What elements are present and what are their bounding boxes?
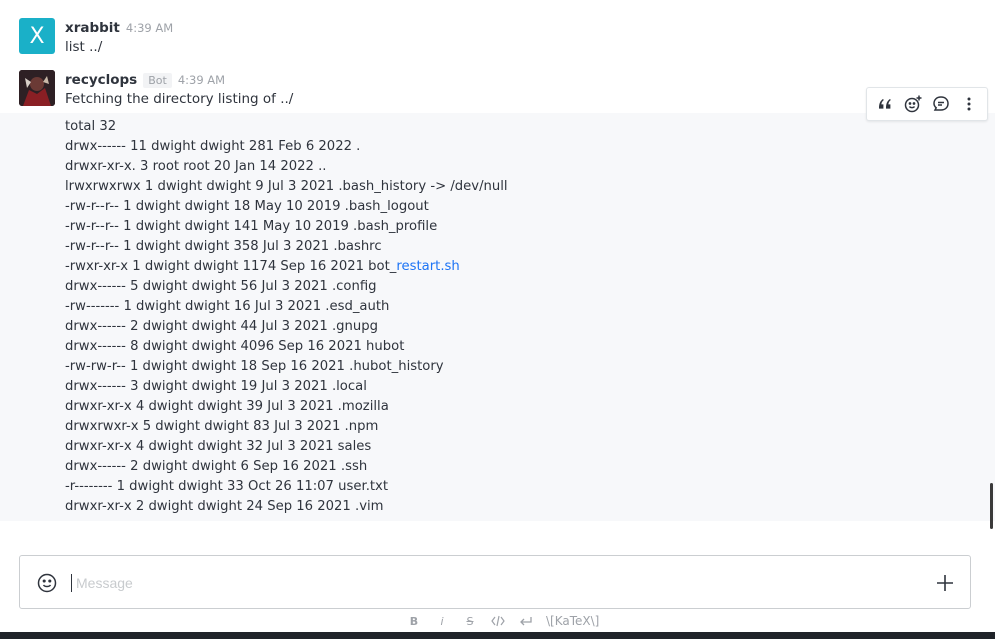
message-time: 4:39 AM: [125, 21, 174, 35]
listing-line: drwx------ 3 dwight dwight 19 Jul 3 2021…: [65, 379, 367, 394]
listing-line: drwx------ 11 dwight dwight 281 Feb 6 20…: [65, 139, 361, 154]
bot-badge: Bot: [143, 73, 172, 88]
message-time: 4:39 AM: [177, 73, 226, 87]
listing-line: -rw-r--r-- 1 dwight dwight 358 Jul 3 202…: [65, 239, 382, 254]
listing-line: -rw------- 1 dwight dwight 16 Jul 3 2021…: [65, 299, 390, 314]
listing-line: drwx------ 2 dwight dwight 44 Jul 3 2021…: [65, 319, 378, 334]
message-text: Fetching the directory listing of ../: [65, 91, 294, 107]
listing-line: -rwxr-xr-x 1 dwight dwight 1174 Sep 16 2…: [65, 257, 508, 277]
listing-line: lrwxrwxrwx 1 dwight dwight 9 Jul 3 2021 …: [65, 179, 508, 194]
add-reaction-icon[interactable]: [901, 92, 925, 116]
listing-line: drwxr-xr-x 2 dwight dwight 24 Sep 16 202…: [65, 499, 384, 514]
avatar[interactable]: [19, 70, 55, 106]
quote-icon[interactable]: [873, 92, 897, 116]
listing-line: drwxr-xr-x 4 dwight dwight 39 Jul 3 2021…: [65, 399, 389, 414]
clipped-previous-message: [0, 0, 995, 6]
emoji-picker-icon[interactable]: [36, 572, 58, 594]
avatar-letter: X: [29, 23, 45, 49]
multiline-enter-icon[interactable]: [512, 612, 540, 630]
listing-line: drwx------ 5 dwight dwight 56 Jul 3 2021…: [65, 279, 377, 294]
username[interactable]: xrabbit: [65, 20, 120, 36]
listing-line: drwx------ 8 dwight dwight 4096 Sep 16 2…: [65, 339, 405, 354]
listing-line: -rw-r--r-- 1 dwight dwight 141 May 10 20…: [65, 219, 438, 234]
listing-line: -rw-rw-r-- 1 dwight dwight 18 Sep 16 202…: [65, 359, 444, 374]
reply-in-thread-icon[interactable]: [929, 92, 953, 116]
strike-label: S: [466, 614, 474, 628]
italic-button[interactable]: i: [428, 612, 456, 630]
listing-text: -rwxr-xr-x 1 dwight dwight 1174 Sep 16 2…: [65, 259, 397, 274]
text-cursor: [71, 574, 72, 592]
restart-sh-link[interactable]: restart.sh: [396, 259, 459, 274]
message-composer: [19, 555, 971, 609]
directory-listing: total 32 drwx------ 11 dwight dwight 281…: [65, 117, 508, 517]
bold-button[interactable]: B: [400, 612, 428, 630]
katex-button[interactable]: \[KaTeX\]: [540, 614, 599, 628]
strikethrough-button[interactable]: S: [456, 612, 484, 630]
italic-label: i: [440, 614, 444, 628]
listing-line: -r-------- 1 dwight dwight 33 Oct 26 11:…: [65, 479, 389, 494]
formatting-toolbar: B i S \[KaTeX\]: [400, 612, 600, 630]
bottom-bar: [0, 632, 995, 639]
username[interactable]: recyclops: [65, 72, 137, 88]
avatar[interactable]: X: [19, 18, 55, 54]
listing-line: drwxrwxr-x 5 dwight dwight 83 Jul 3 2021…: [65, 419, 379, 434]
bot-avatar-image: [19, 70, 55, 106]
kebab-menu-icon[interactable]: [957, 92, 981, 116]
listing-line: drwxr-xr-x. 3 root root 20 Jan 14 2022 .…: [65, 159, 327, 174]
listing-line: total 32: [65, 119, 117, 134]
bold-label: B: [409, 614, 419, 628]
scrollbar-thumb[interactable]: [990, 483, 993, 529]
plus-icon[interactable]: [934, 572, 956, 594]
message-recyclops[interactable]: recyclops Bot 4:39 AM Fetching the direc…: [0, 70, 995, 114]
listing-line: drwxr-xr-x 4 dwight dwight 32 Jul 3 2021…: [65, 439, 372, 454]
message-xrabbit[interactable]: X xrabbit 4:39 AM list ../: [0, 18, 995, 62]
listing-line: drwx------ 2 dwight dwight 6 Sep 16 2021…: [65, 459, 368, 474]
message-input[interactable]: [74, 568, 878, 598]
listing-line: -rw-r--r-- 1 dwight dwight 18 May 10 201…: [65, 199, 429, 214]
message-actions-toolbar: [866, 87, 988, 121]
code-icon[interactable]: [484, 612, 512, 630]
message-text: list ../: [65, 39, 103, 55]
